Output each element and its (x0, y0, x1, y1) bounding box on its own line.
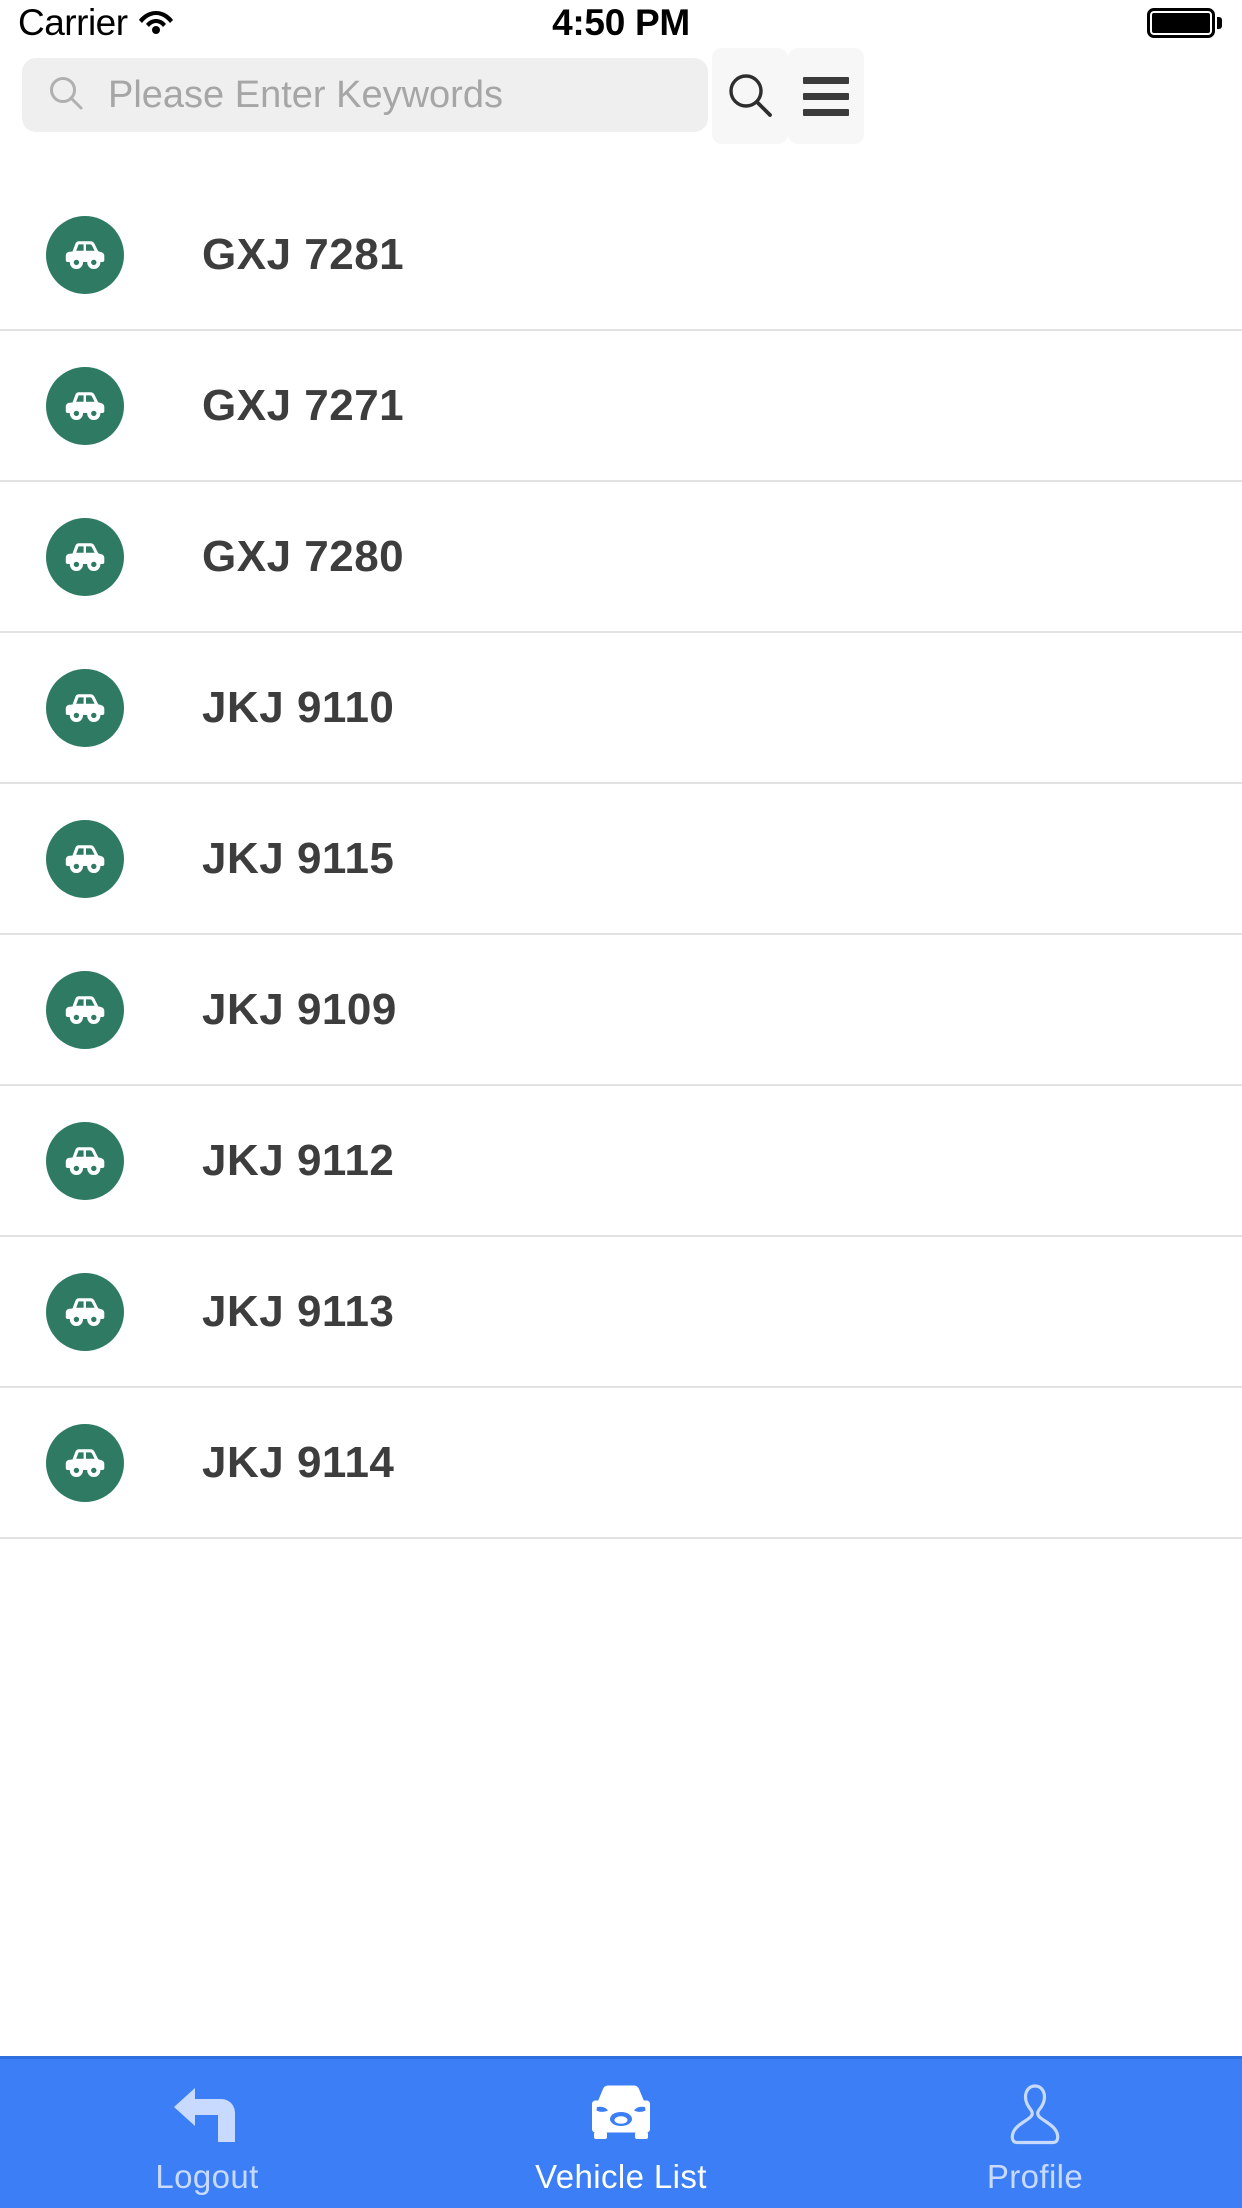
search-icon (723, 68, 777, 125)
back-arrow-icon (171, 2082, 243, 2148)
car-side-icon (46, 970, 124, 1049)
tab-label: Logout (155, 2157, 259, 2195)
vehicle-list-item[interactable]: GXJ 7281 (0, 180, 1242, 331)
vehicle-plate-label: GXJ 7280 (202, 531, 405, 581)
search-button[interactable] (712, 48, 788, 144)
car-side-icon (46, 819, 124, 898)
status-bar: Carrier 4:50 PM (0, 0, 1242, 46)
vehicle-list-item[interactable]: JKJ 9115 (0, 784, 1242, 935)
vehicle-plate-label: JKJ 9115 (202, 833, 395, 883)
vehicle-list-item[interactable]: JKJ 9110 (0, 633, 1242, 784)
car-front-icon (583, 2082, 659, 2148)
car-front-icon (592, 2085, 650, 2139)
vehicle-list-item[interactable]: JKJ 9112 (0, 1086, 1242, 1237)
car-side-icon (65, 1146, 105, 1175)
car-side-icon (46, 1423, 124, 1502)
search-header (0, 46, 1242, 226)
search-icon (46, 73, 86, 118)
car-side-icon (46, 517, 124, 596)
tab-profile[interactable]: Profile (828, 2059, 1242, 2208)
tab-logout[interactable]: Logout (0, 2059, 414, 2208)
person-icon (1010, 2083, 1060, 2144)
bottom-tab-bar: Logout Vehicle List Profile (0, 2056, 1242, 2208)
vehicle-plate-label: JKJ 9114 (202, 1437, 395, 1487)
back-arrow-icon (174, 2087, 235, 2142)
car-side-icon (65, 693, 105, 722)
car-side-icon (46, 215, 124, 294)
menu-button[interactable] (788, 48, 864, 144)
battery-full-icon (1147, 8, 1222, 38)
vehicle-plate-label: JKJ 9112 (202, 1135, 395, 1185)
tab-vehicle-list[interactable]: Vehicle List (414, 2059, 828, 2208)
car-side-icon (46, 366, 124, 445)
car-side-icon (46, 668, 124, 747)
vehicle-list-item[interactable]: GXJ 7271 (0, 331, 1242, 482)
car-side-icon (65, 1297, 105, 1326)
car-side-icon (65, 391, 105, 420)
vehicle-list[interactable]: GXJ 7281 GXJ 7271 GXJ 7280 JKJ 9110 JKJ 9115… (0, 180, 1242, 2056)
vehicle-plate-label: GXJ 7281 (202, 229, 405, 279)
car-side-icon (65, 1448, 105, 1477)
vehicle-list-item[interactable]: JKJ 9114 (0, 1388, 1242, 1539)
hamburger-menu-icon (803, 76, 849, 116)
car-side-icon (46, 1121, 124, 1200)
person-icon (1007, 2082, 1063, 2148)
app-root: Carrier 4:50 PM Please Enter Keywords GX… (0, 0, 1242, 2208)
vehicle-plate-label: JKJ 9109 (202, 984, 397, 1034)
car-side-icon (65, 240, 105, 269)
vehicle-plate-label: GXJ 7271 (202, 380, 405, 430)
tab-label: Profile (986, 2157, 1084, 2195)
search-input[interactable] (108, 73, 708, 117)
car-side-icon (46, 1272, 124, 1351)
vehicle-list-item[interactable]: JKJ 9113 (0, 1237, 1242, 1388)
search-field-wrapper[interactable] (22, 58, 708, 132)
car-side-icon (65, 542, 105, 571)
tab-label: Vehicle List (535, 2157, 707, 2195)
car-side-icon (65, 844, 105, 873)
vehicle-list-item[interactable]: JKJ 9109 (0, 935, 1242, 1086)
vehicle-plate-label: JKJ 9113 (202, 1286, 395, 1336)
status-bar-time: 4:50 PM (552, 2, 690, 43)
vehicle-plate-label: JKJ 9110 (202, 682, 395, 732)
car-side-icon (65, 995, 105, 1024)
vehicle-list-item[interactable]: GXJ 7280 (0, 482, 1242, 633)
